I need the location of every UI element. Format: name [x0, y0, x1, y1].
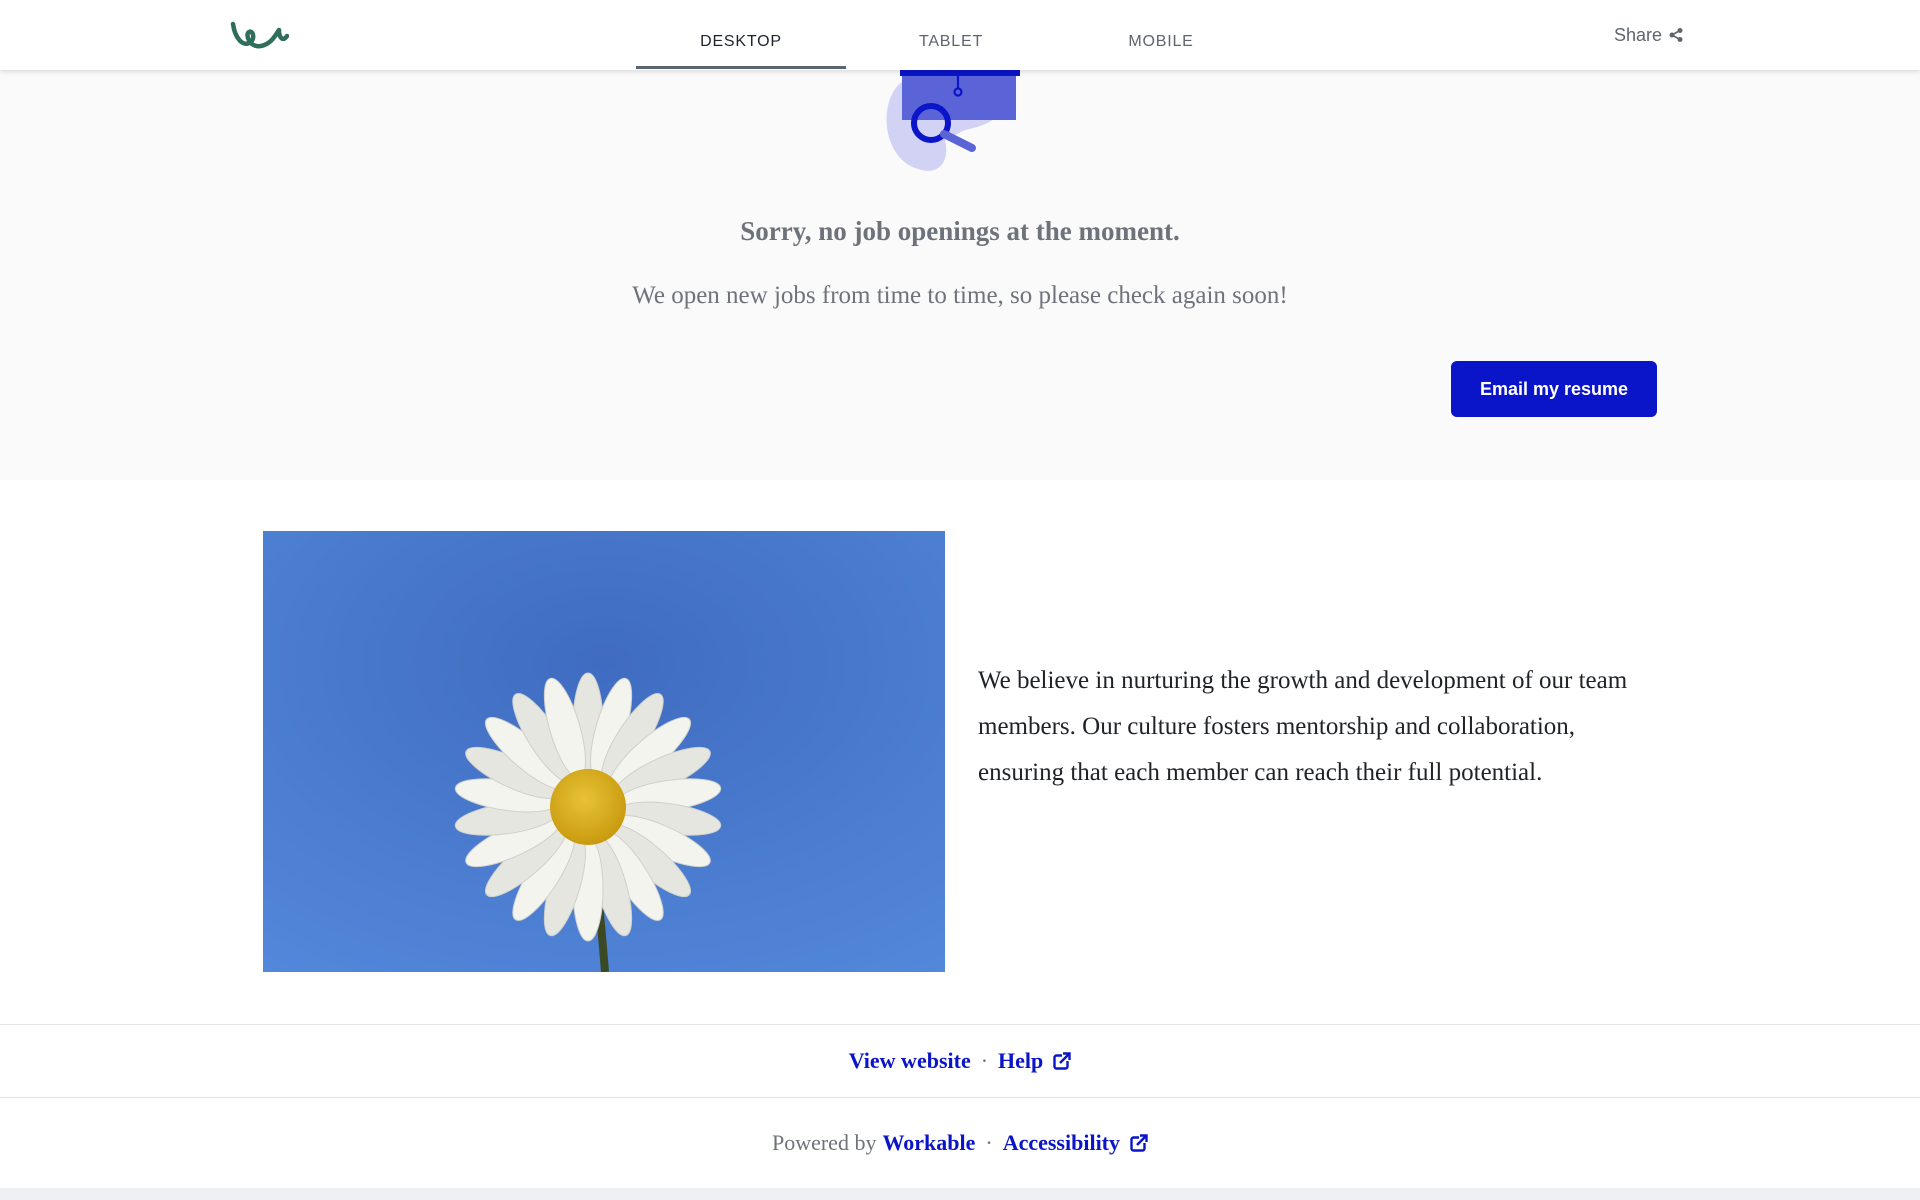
share-label: Share — [1614, 24, 1663, 45]
tab-mobile[interactable]: MOBILE — [1056, 0, 1266, 70]
share-button[interactable]: Share — [1614, 22, 1684, 48]
no-openings-message: We open new jobs from time to time, so p… — [632, 282, 1288, 309]
external-link-icon — [1130, 1134, 1149, 1152]
page-bottom-strip — [0, 1188, 1920, 1200]
device-tabs: DESKTOP TABLET MOBILE — [636, 0, 1266, 70]
daisy-image — [263, 531, 945, 972]
workable-logo-icon[interactable] — [229, 18, 289, 52]
daisy-photo — [263, 531, 945, 972]
email-resume-button[interactable]: Email my resume — [1451, 361, 1657, 417]
footer-separator: · — [980, 1048, 989, 1073]
share-icon — [1669, 28, 1683, 42]
view-website-link[interactable]: View website — [849, 1048, 971, 1074]
help-link[interactable]: Help — [998, 1048, 1072, 1074]
accessibility-link[interactable]: Accessibility — [1002, 1130, 1149, 1156]
help-label: Help — [998, 1048, 1044, 1073]
culture-description: We believe in nurturing the growth and d… — [978, 667, 1628, 786]
no-openings-section: Sorry, no job openings at the moment. We… — [0, 70, 1920, 480]
accessibility-label: Accessibility — [1002, 1130, 1121, 1155]
workable-link[interactable]: Workable — [882, 1130, 975, 1156]
graduation-cap-magnifier-icon — [886, 70, 1020, 171]
powered-separator: · — [985, 1130, 993, 1155]
tab-desktop[interactable]: DESKTOP — [636, 0, 846, 70]
top-bar: DESKTOP TABLET MOBILE Share — [0, 0, 1920, 70]
tab-tablet[interactable]: TABLET — [846, 0, 1056, 70]
powered-by-text: Powered by — [771, 1130, 877, 1155]
no-openings-heading: Sorry, no job openings at the moment. — [740, 216, 1180, 246]
external-link-icon — [1053, 1052, 1072, 1070]
powered-by-bar: Powered by Workable · Accessibility — [0, 1098, 1920, 1188]
footer-links: View website · Help — [0, 1024, 1920, 1098]
